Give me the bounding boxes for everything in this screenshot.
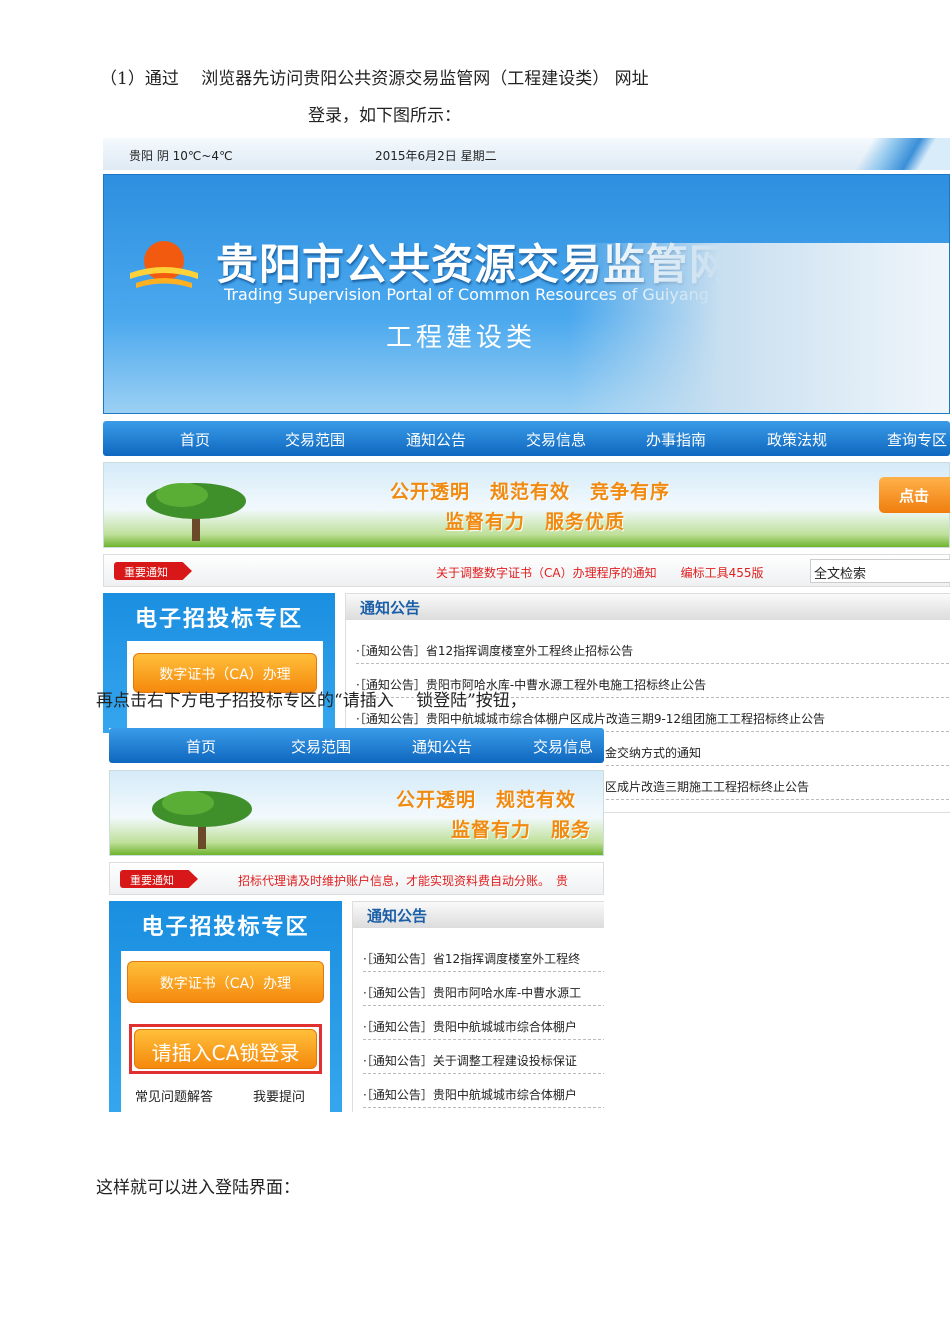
highlight-box: 请插入CA锁登录 [129, 1024, 322, 1074]
important-notice-tag: 重要通知 [114, 562, 192, 580]
nav-home[interactable]: 首页 [180, 429, 210, 450]
main-nav: 首页 交易范围 通知公告 交易信息 [109, 728, 604, 763]
site-banner: 贵阳市公共资源交易监管网 Trading Supervision Portal … [103, 174, 950, 414]
top-info-bar: 贵阳 阴 10℃~4℃ 2015年6月2日 星期二 [103, 138, 950, 170]
slogan-line-2: 监督有力 服务优质 [445, 511, 626, 533]
list-item[interactable]: ·［通知公告］贵阳中航城城市综合体棚户 [363, 1006, 604, 1040]
notice-marquee[interactable]: 招标代理请及时维护账户信息，才能实现资料费自动分账。 贵 [238, 872, 568, 889]
e-bidding-panel: 电子招投标专区 数字证书（CA）办理 请插入CA锁登录 常见问题解答 我要提问 [109, 901, 342, 1112]
screenshot-homepage: 贵阳 阴 10℃~4℃ 2015年6月2日 星期二 贵阳市公共资源交易监管网 T… [103, 138, 950, 818]
slogan-line-2: 监督有力 服务 [451, 819, 592, 841]
ask-link[interactable]: 我要提问 [253, 1086, 305, 1105]
panel-title: 电子招投标专区 [141, 915, 310, 940]
tree-icon [146, 483, 246, 541]
slogan-line-1: 公开透明 规范有效 竞争有序 [390, 481, 671, 503]
nav-guide[interactable]: 办事指南 [646, 429, 706, 450]
city-skyline-image [569, 243, 949, 413]
important-notice-tag: 重要通知 [120, 870, 198, 888]
nav-notices[interactable]: 通知公告 [406, 429, 466, 450]
main-nav: 首页 交易范围 通知公告 交易信息 办事指南 政策法规 查询专区 [103, 421, 950, 456]
ca-apply-button[interactable]: 数字证书（CA）办理 [127, 961, 324, 1003]
nav-notices[interactable]: 通知公告 [412, 736, 472, 757]
click-button[interactable]: 点击 [879, 477, 950, 513]
nav-trade-info[interactable]: 交易信息 [533, 736, 593, 757]
slogan-band: 公开透明 规范有效 监督有力 服务 [109, 770, 604, 856]
panel-title: 电子招投标专区 [134, 607, 303, 632]
notice-marquee[interactable]: 关于调整数字证书（CA）办理程序的通知 编标工具455版 [436, 564, 764, 581]
nav-trade-scope[interactable]: 交易范围 [285, 429, 345, 450]
date: 2015年6月2日 星期二 [375, 149, 497, 163]
list-item[interactable]: ·［通知公告］关于调整工程建设投标保证 [363, 1040, 604, 1074]
sun-logo-icon [130, 241, 198, 288]
instruction-step-1: （1）通过 浏览器先访问贵阳公共资源交易监管网（工程建设类） 网址 [100, 69, 649, 89]
instruction-step-1-cont: 登录，如下图所示： [308, 106, 461, 126]
instruction-step-3: 这样就可以进入登陆界面： [96, 1178, 300, 1198]
list-item[interactable]: ·［通知公告］省12指挥调度楼室外工程终 [363, 938, 604, 972]
search-input[interactable]: 全文检索 [810, 559, 950, 583]
nav-home[interactable]: 首页 [186, 736, 216, 757]
nav-policy[interactable]: 政策法规 [767, 429, 827, 450]
list-item[interactable]: ·［通知公告］贵阳中航城城市综合体棚户 [363, 1074, 604, 1108]
instruction-step-2: 再点击右下方电子招投标专区的“请插入 锁登陆”按钮， [96, 691, 527, 711]
decorative-swoosh [810, 138, 950, 170]
notices-header: 通知公告 [346, 594, 950, 620]
list-item[interactable]: ·［通知公告］贵阳市阿哈水库-中曹水源工 [363, 972, 604, 1006]
slogan-band: 公开透明 规范有效 竞争有序 监督有力 服务优质 点击 [103, 462, 950, 548]
tree-icon [152, 791, 252, 849]
notices-panel: 通知公告 ·［通知公告］省12指挥调度楼室外工程终 ·［通知公告］贵阳市阿哈水库… [352, 901, 604, 1112]
e-bidding-panel: 电子招投标专区 数字证书（CA）办理 [103, 593, 335, 733]
nav-trade-scope[interactable]: 交易范围 [291, 736, 351, 757]
screenshot-login-area: 首页 交易范围 通知公告 交易信息 公开透明 规范有效 监督有力 服务 重要通知… [109, 728, 604, 1112]
slogan-line-1: 公开透明 规范有效 [396, 789, 577, 811]
notice-bar: 重要通知 招标代理请及时维护账户信息，才能实现资料费自动分账。 贵 [109, 862, 604, 895]
site-category: 工程建设类 [386, 323, 537, 353]
list-item[interactable]: ·［通知公告］省12指挥调度楼室外工程终止招标公告 [356, 630, 950, 664]
notices-header: 通知公告 [353, 902, 604, 928]
nav-trade-info[interactable]: 交易信息 [526, 429, 586, 450]
ca-login-button[interactable]: 请插入CA锁登录 [134, 1029, 317, 1069]
nav-query[interactable]: 查询专区 [887, 429, 947, 450]
weather: 贵阳 阴 10℃~4℃ [129, 149, 233, 163]
notice-bar: 重要通知 关于调整数字证书（CA）办理程序的通知 编标工具455版 全文检索 [103, 554, 950, 587]
faq-link[interactable]: 常见问题解答 [135, 1086, 213, 1105]
